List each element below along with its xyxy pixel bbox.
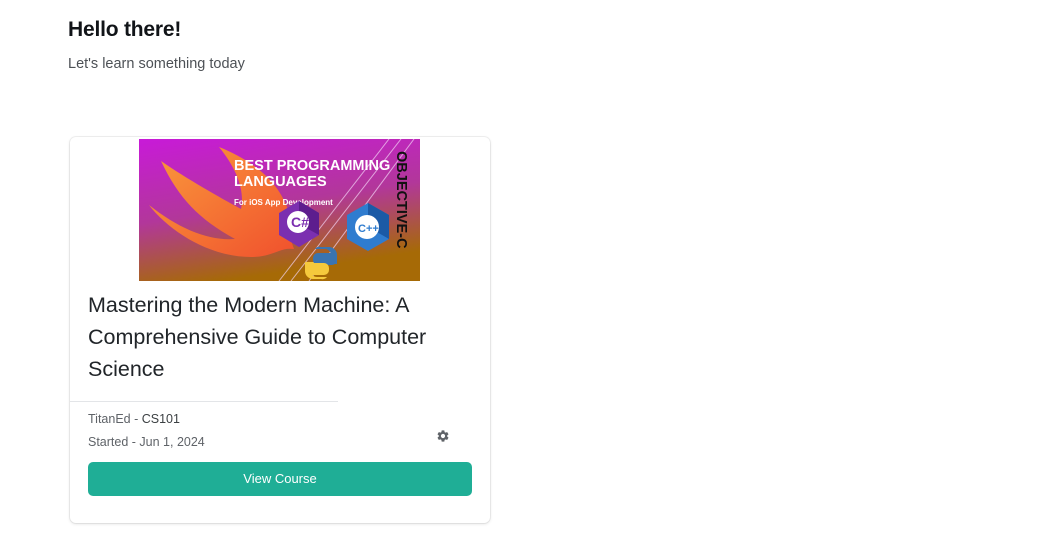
course-org: TitanEd [88, 412, 131, 426]
started-label: Started - [88, 435, 140, 449]
thumb-side-text: OBJECTIVE-C [393, 151, 409, 249]
course-code: CS101 [141, 412, 180, 426]
svg-text:C#: C# [291, 214, 309, 230]
dashboard-page: Hello there! Let's learn something today [0, 0, 1044, 540]
svg-text:C++: C++ [358, 223, 379, 235]
course-title: Mastering the Modern Machine: A Comprehe… [88, 293, 427, 381]
thumb-headline-line2: LANGUAGES [234, 174, 327, 190]
started-date: Jun 1, 2024 [139, 435, 205, 449]
course-started-line: Started - Jun 1, 2024 [88, 435, 205, 449]
view-course-button[interactable]: View Course [88, 462, 472, 496]
course-thumbnail: BEST PROGRAMMING LANGUAGES For iOS App D… [139, 139, 420, 281]
card-divider [70, 401, 338, 402]
gear-icon[interactable] [436, 429, 450, 443]
thumb-tagline: For iOS App Development [234, 198, 333, 207]
course-org-line: TitanEd - CS101 [88, 412, 180, 426]
org-separator: - [130, 412, 142, 426]
course-card: BEST PROGRAMMING LANGUAGES For iOS App D… [70, 137, 490, 523]
greeting-subtitle: Let's learn something today [68, 56, 245, 72]
greeting-heading: Hello there! [68, 18, 182, 41]
thumb-headline-line1: BEST PROGRAMMING [234, 158, 390, 174]
